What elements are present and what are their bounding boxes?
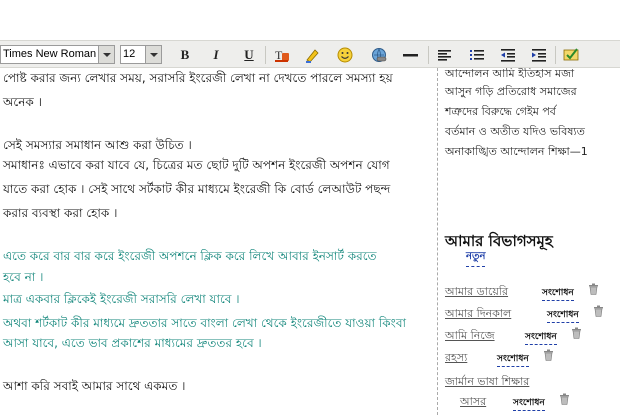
font-size-value: 12 <box>123 48 136 60</box>
editor-line: পোষ্ট করার জন্য লেখার সময়, সরাসরি ইংরেজ… <box>3 71 393 85</box>
editor-line: হবে না । <box>3 270 44 284</box>
category-link[interactable]: রহস্য <box>445 349 467 368</box>
indent-button[interactable] <box>528 45 550 65</box>
category-link[interactable]: আসর <box>460 393 486 412</box>
category-row: জার্মান ভাষা শিক্ষার <box>445 373 615 391</box>
category-edit-link[interactable]: সংশোধন <box>547 307 579 323</box>
toolbar-divider <box>428 46 429 64</box>
category-row: আমার দিনকাল সংশোধন <box>445 305 615 323</box>
editor-line: অথবা শর্টকাট কীর মাধ্যমে দ্রুততার সাতে ব… <box>3 316 406 330</box>
category-row: রহস্য সংশোধন <box>445 349 615 367</box>
trash-icon[interactable] <box>588 283 599 295</box>
editor-line: মাত্র একবার ক্লিকেই ইংরেজী সরাসরি লেখা য… <box>3 292 240 306</box>
editor-line: আসা যাবে, এতে ভাব প্রকাশের মাধ্যমের দ্রু… <box>3 336 262 350</box>
tag-line: শত্রুদের বিরুদ্ধে গেইম পর্ব <box>445 105 556 118</box>
spellcheck-icon <box>563 48 579 61</box>
smiley-icon <box>337 47 353 63</box>
font-size-select[interactable]: 12 <box>120 45 162 64</box>
category-link[interactable]: আমার দিনকাল <box>445 305 511 324</box>
chevron-down-icon <box>98 46 114 63</box>
font-family-select[interactable]: Times New Roman <box>0 45 115 64</box>
bold-button[interactable]: B <box>174 45 196 65</box>
svg-text:T: T <box>275 48 283 62</box>
editor-line: করার ব্যবস্থা করা হোক । <box>3 206 118 220</box>
outdent-icon <box>501 49 515 62</box>
highlight-button[interactable] <box>301 45 323 65</box>
toolbar-divider <box>555 46 556 64</box>
post-editor[interactable]: পোষ্ট করার জন্য লেখার সময়, সরাসরি ইংরেজ… <box>0 68 436 415</box>
font-family-value: Times New Roman <box>3 48 97 60</box>
category-edit-link[interactable]: সংশোধন <box>525 329 557 345</box>
bulleted-list-button[interactable] <box>466 45 488 65</box>
outdent-button[interactable] <box>497 45 519 65</box>
trash-icon[interactable] <box>559 393 570 405</box>
insert-link-button[interactable] <box>368 45 390 65</box>
editor-line: সমাধানঃ এভাবে করা যাবে যে, চিত্রের মত ছো… <box>3 158 390 172</box>
category-edit-link[interactable]: সংশোধন <box>542 285 574 301</box>
horizontal-rule-button[interactable] <box>399 45 421 65</box>
insert-smiley-button[interactable] <box>334 45 356 65</box>
category-edit-link[interactable]: সংশোধন <box>497 351 529 367</box>
editor-line: এতে করে বার বার করে ইংরেজী অপশনে ক্লিক ক… <box>3 249 377 263</box>
spellcheck-button[interactable] <box>560 45 582 65</box>
editor-sidebar-divider <box>437 68 438 415</box>
category-link[interactable]: আমি নিজে <box>445 327 495 346</box>
tag-line: বর্তমান ও অতীত যদিও ভবিষ্যত <box>445 125 585 138</box>
font-color-icon: T <box>275 48 289 62</box>
trash-icon[interactable] <box>543 349 554 361</box>
trash-icon[interactable] <box>593 305 604 317</box>
formatting-toolbar: Times New Roman 12 B I U T <box>0 40 620 68</box>
categories-heading: আমার বিভাগসমূহ <box>445 232 553 250</box>
editor-line: আশা করি সবাই আমার সাথে একমত । <box>3 379 186 393</box>
new-category-link[interactable]: নতুন <box>466 249 486 267</box>
tag-line: অনাকাঙ্খিত আন্দোলন শিক্ষা—1 <box>445 145 588 158</box>
toolbar-divider <box>265 46 266 64</box>
category-link[interactable]: আমার ডায়েরি <box>445 283 508 302</box>
right-sidebar: আন্দোলন আমি ইতিহাস মজা আসুন গড়ি প্রতিরো… <box>440 68 620 415</box>
chevron-down-icon <box>145 46 161 63</box>
tag-line: আসুন গড়ি প্রতিরোধ সমাজের <box>445 85 577 98</box>
horizontal-rule-icon <box>403 54 418 57</box>
font-color-button[interactable]: T <box>271 45 293 65</box>
tag-line: আন্দোলন আমি ইতিহাস মজা <box>445 68 575 80</box>
editor-line: অনেক । <box>3 95 42 109</box>
category-row: আমার ডায়েরি সংশোধন <box>445 283 615 301</box>
italic-button[interactable]: I <box>205 45 227 65</box>
underline-button[interactable]: U <box>238 45 260 65</box>
category-edit-link[interactable]: সংশোধন <box>513 395 545 411</box>
bulleted-list-icon <box>470 50 484 60</box>
trash-icon[interactable] <box>571 327 582 339</box>
align-left-icon <box>438 50 451 61</box>
category-row: আমি নিজে সংশোধন <box>445 327 615 345</box>
category-row: আসর সংশোধন <box>445 393 615 411</box>
editor-line: সেই সমস্যার সমাধান আশু করা উচিত । <box>3 138 192 152</box>
highlight-icon <box>306 49 319 63</box>
align-left-button[interactable] <box>434 45 456 65</box>
indent-icon <box>532 49 546 62</box>
insert-link-icon <box>372 48 387 62</box>
editor-line: যাতে করা হোক । সেই সাথে সর্টকাট কীর মাধ্… <box>3 182 391 196</box>
category-link[interactable]: জার্মান ভাষা শিক্ষার <box>445 373 529 392</box>
